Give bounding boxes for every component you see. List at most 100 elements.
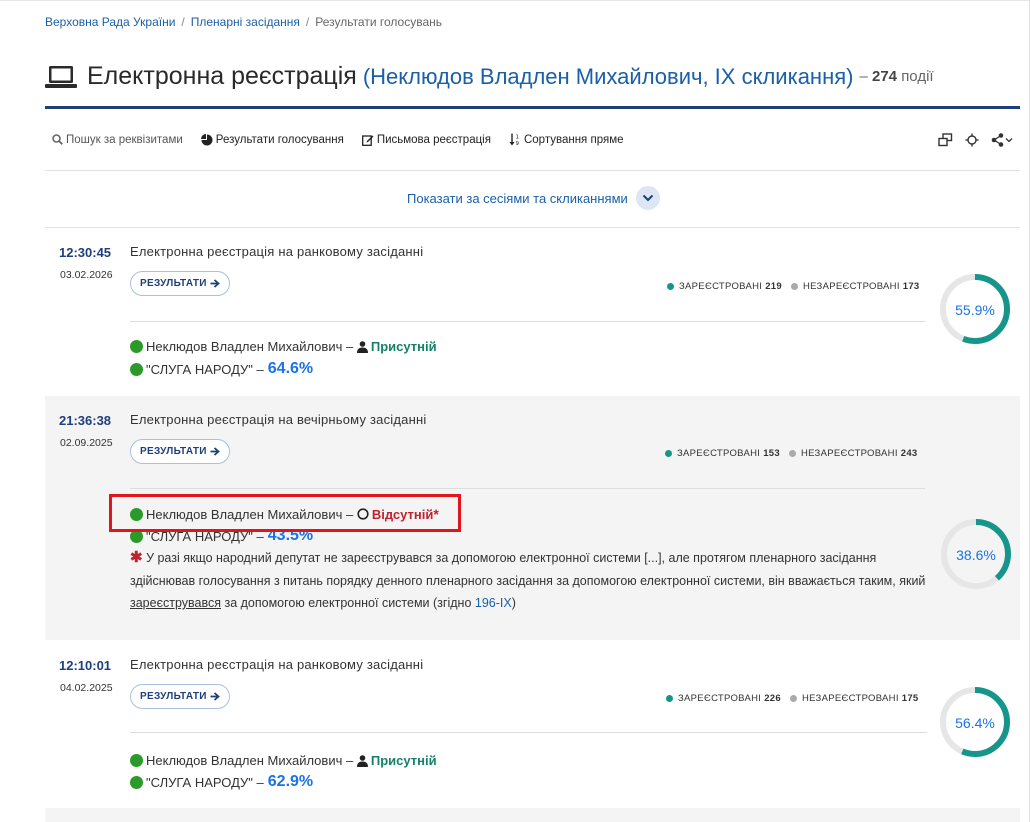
- sort-button[interactable]: 19 Сортування пряме: [509, 133, 624, 146]
- arrow-right-icon: [210, 447, 220, 456]
- arrow-right-icon: [210, 279, 220, 288]
- breadcrumb-link-plenary[interactable]: Пленарні засідання: [191, 15, 300, 29]
- arrow-right-icon: [210, 692, 220, 701]
- event-title: Електронна реєстрація на ранковому засід…: [130, 657, 424, 672]
- registered-count: 226: [764, 693, 781, 704]
- event-date: 02.09.2025: [60, 437, 113, 449]
- registration-percentage: 55.9%: [955, 302, 995, 318]
- toolbar: Пошук за реквізитами Результати голосува…: [52, 133, 642, 146]
- search-by-details-button[interactable]: Пошук за реквізитами: [52, 133, 183, 146]
- registered-dot: [665, 450, 672, 457]
- registration-stats: ЗАРЕЄСТРОВАНІ 219 НЕЗАРЕЄСТРОВАНІ 173: [667, 281, 920, 292]
- faction-dot: [130, 362, 143, 376]
- party-line: "СЛУГА НАРОДУ" –62.9%: [130, 773, 313, 791]
- party-line: "СЛУГА НАРОДУ" –64.6%: [130, 360, 313, 378]
- sort-icon: 19: [509, 133, 519, 146]
- results-button[interactable]: РЕЗУЛЬТАТИ: [130, 439, 230, 464]
- vote-results-button[interactable]: Результати голосування: [200, 133, 344, 146]
- pie-chart-icon: [200, 133, 213, 145]
- registration-stats: ЗАРЕЄСТРОВАНІ 153 НЕЗАРЕЄСТРОВАНІ 243: [665, 448, 918, 459]
- unregistered-label: НЕЗАРЕЄСТРОВАНІ: [800, 448, 898, 459]
- breadcrumb-separator: /: [181, 15, 185, 29]
- user-icon: [356, 754, 368, 767]
- law-link[interactable]: 196-IX: [475, 596, 512, 610]
- registered-count: 153: [763, 448, 780, 459]
- page-title: Електронна реєстрація (Неклюдов Владлен …: [45, 62, 934, 91]
- registered-label: ЗАРЕЄСТРОВАНІ: [679, 281, 763, 292]
- sessions-toggle[interactable]: Показати за сесіями та скликаннями: [407, 186, 660, 210]
- note-text-2: за допомогою електронної системи (згідно: [224, 596, 472, 610]
- registered-dot: [666, 695, 673, 702]
- svg-text:1: 1: [515, 135, 519, 141]
- share-icon[interactable]: [991, 133, 1013, 152]
- breadcrumb: Верховна Рада України / Пленарні засідання…: [45, 15, 442, 29]
- asterisk-icon: ✱: [130, 549, 143, 566]
- dash: –: [345, 753, 354, 768]
- results-button-label: РЕЗУЛЬТАТИ: [140, 691, 207, 702]
- registration-note: ✱ У разі якщо народний депутат не зареєс…: [130, 547, 930, 615]
- unregistered-count: 243: [900, 448, 918, 459]
- dash: –: [256, 361, 264, 377]
- dash: –: [256, 774, 264, 790]
- toolbar-right: [938, 133, 1013, 152]
- deputy-name: Неклюдов Владлен Михайлович: [146, 339, 343, 354]
- event-divider: [130, 732, 927, 733]
- unregistered-count: 173: [902, 281, 920, 292]
- deputy-name: Неклюдов Владлен Михайлович: [146, 753, 343, 768]
- user-icon: [356, 340, 368, 353]
- written-registration-button[interactable]: Письмова реєстрація: [361, 133, 491, 146]
- search-icon: [52, 134, 63, 145]
- note-text: У разі якщо народний депутат не зареєстр…: [130, 551, 926, 588]
- event-card-next: [45, 808, 1020, 822]
- results-button-label: РЕЗУЛЬТАТИ: [140, 278, 207, 289]
- event-time: 21:36:38: [59, 413, 112, 428]
- breadcrumb-separator: /: [305, 15, 310, 29]
- deputy-status: Присутній: [370, 339, 437, 354]
- events-count-number: 274: [871, 68, 898, 85]
- deputy-link[interactable]: (Неклюдов Владлен Михайлович, IX скликан…: [363, 64, 854, 90]
- page-title-text: Електронна реєстрація: [87, 62, 357, 90]
- title-underline: [45, 106, 1020, 109]
- party-name: "СЛУГА НАРОДУ": [146, 361, 253, 377]
- chevron-down-icon[interactable]: [635, 186, 660, 210]
- unregistered-dot: [788, 450, 796, 457]
- faction-dot: [130, 775, 143, 789]
- registration-percentage: 38.6%: [956, 547, 996, 563]
- results-button[interactable]: РЕЗУЛЬТАТИ: [130, 271, 230, 296]
- settings-icon[interactable]: [965, 133, 979, 152]
- faction-dot: [130, 754, 143, 767]
- deputy-status-line: Неклюдов Владлен Михайлович – Присутній: [130, 339, 437, 354]
- event-title: Електронна реєстрація на вечірньому засі…: [130, 412, 427, 427]
- registered-label: ЗАРЕЄСТРОВАНІ: [678, 693, 762, 704]
- results-button-label: РЕЗУЛЬТАТИ: [140, 446, 207, 457]
- toolbar-divider: [45, 170, 1020, 171]
- party-percentage: 62.9%: [267, 773, 314, 790]
- note-underlined: зареєструвався: [130, 596, 221, 610]
- search-by-details-label: Пошук за реквізитами: [66, 133, 183, 146]
- breadcrumb-link-rada[interactable]: Верховна Рада України: [45, 15, 175, 29]
- events-count-suffix: події: [901, 68, 934, 85]
- registered-label: ЗАРЕЄСТРОВАНІ: [677, 448, 761, 459]
- svg-text:9: 9: [515, 141, 519, 146]
- sessions-toggle-label: Показати за сесіями та скликаннями: [407, 190, 628, 206]
- results-button[interactable]: РЕЗУЛЬТАТИ: [130, 684, 230, 709]
- event-divider: [130, 321, 925, 322]
- event-divider: [130, 488, 925, 489]
- unregistered-dot: [789, 695, 797, 702]
- party-percentage: 64.6%: [267, 360, 314, 377]
- vote-results-label: Результати голосування: [215, 133, 344, 146]
- sort-label: Сортування пряме: [523, 133, 624, 146]
- event-date: 04.02.2025: [60, 682, 113, 694]
- registered-dot: [667, 283, 674, 290]
- laptop-icon: [45, 65, 77, 89]
- unregistered-dot: [790, 283, 798, 290]
- events-count-prefix: –: [859, 68, 868, 85]
- breadcrumb-current: Результати голосувань: [315, 15, 443, 29]
- deputy-status-line: Неклюдов Владлен Михайлович – Присутній: [130, 753, 437, 768]
- event-title: Електронна реєстрація на ранковому засід…: [130, 244, 424, 259]
- note-end: ): [511, 596, 516, 610]
- event-time: 12:10:01: [59, 658, 112, 673]
- windows-icon[interactable]: [938, 133, 953, 152]
- unregistered-count: 175: [901, 693, 919, 704]
- events-count: – 274 події: [859, 68, 933, 85]
